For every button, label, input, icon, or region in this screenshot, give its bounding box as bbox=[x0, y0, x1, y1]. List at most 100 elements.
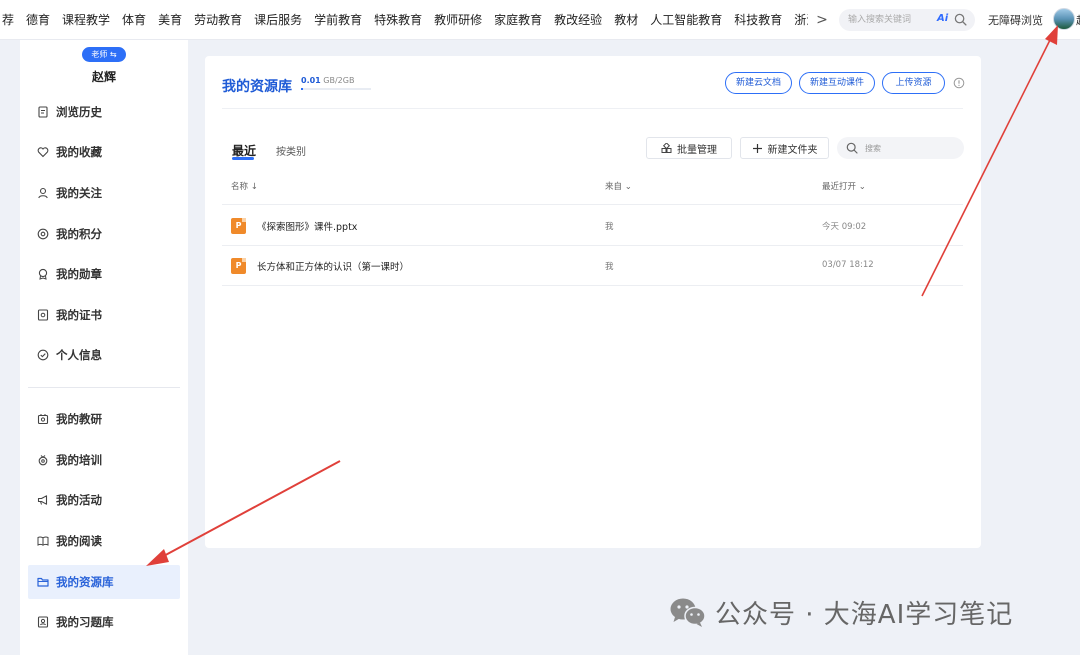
nav-item-zhejiang[interactable]: 浙江缘 bbox=[788, 0, 808, 40]
column-header-name[interactable]: 名称 ↓ bbox=[231, 180, 258, 192]
new-cloud-doc-button[interactable]: 新建云文档 bbox=[725, 72, 792, 94]
file-name[interactable]: 《探索图形》课件.pptx bbox=[257, 219, 357, 233]
nav-item-preschool[interactable]: 学前教育 bbox=[308, 0, 368, 40]
column-header-from[interactable]: 来自 ⌄ bbox=[605, 180, 632, 192]
grid-icon bbox=[661, 142, 672, 153]
file-last-opened: 03/07 18:12 bbox=[822, 260, 874, 270]
nav-item-pe[interactable]: 体育 bbox=[116, 0, 152, 40]
nav-item-labor[interactable]: 劳动教育 bbox=[188, 0, 248, 40]
ppt-file-icon: P bbox=[231, 218, 246, 234]
resource-library-panel: 我的资源库 0.01 GB/2GB 新建云文档 新建互动课件 上传资源 最近 按… bbox=[205, 56, 981, 548]
file-source: 我 bbox=[605, 262, 614, 272]
book-icon bbox=[37, 536, 49, 546]
sidebar-item-label: 浏览历史 bbox=[56, 105, 102, 119]
nav-item-special-ed[interactable]: 特殊教育 bbox=[368, 0, 428, 40]
tab-active-indicator bbox=[232, 157, 254, 160]
nav-items: 荐 德育 课程教学 体育 美育 劳动教育 课后服务 学前教育 特殊教育 教师研修… bbox=[0, 0, 808, 40]
search-icon[interactable] bbox=[954, 13, 967, 26]
batch-manage-button[interactable]: 批量管理 bbox=[646, 137, 732, 159]
sidebar-item-following[interactable]: 我的关注 bbox=[28, 176, 180, 210]
table-row[interactable]: P 长方体和正方体的认识（第一课时） 我 03/07 18:12 bbox=[222, 246, 963, 286]
medal-icon bbox=[38, 268, 48, 280]
new-folder-button[interactable]: 新建文件夹 bbox=[740, 137, 829, 159]
sidebar-item-label: 我的阅读 bbox=[56, 534, 102, 548]
wechat-icon bbox=[670, 598, 706, 627]
sidebar-item-research[interactable]: 我的教研 bbox=[28, 402, 180, 436]
sidebar-item-exercise-library[interactable]: 我的习题库 bbox=[28, 605, 180, 639]
megaphone-icon bbox=[37, 495, 48, 505]
storage-total: GB/2GB bbox=[323, 76, 355, 85]
file-source: 我 bbox=[605, 222, 614, 232]
sidebar-item-label: 个人信息 bbox=[56, 348, 102, 362]
user-name: 赵辉 bbox=[91, 70, 116, 84]
sidebar-item-label: 我的习题库 bbox=[56, 615, 114, 629]
sidebar-item-profile[interactable]: 个人信息 bbox=[28, 338, 180, 372]
sidebar-item-training[interactable]: 我的培训 bbox=[28, 443, 180, 477]
table-row[interactable]: P 《探索图形》课件.pptx 我 今天 09:02 bbox=[222, 206, 963, 246]
sidebar-item-label: 我的资源库 bbox=[56, 575, 114, 589]
research-icon bbox=[37, 414, 49, 425]
sidebar-item-certificates[interactable]: 我的证书 bbox=[28, 298, 180, 332]
sidebar-item-history[interactable]: 浏览历史 bbox=[28, 95, 180, 129]
nav-item-tech-education[interactable]: 科技教育 bbox=[728, 0, 788, 40]
file-last-opened: 今天 09:02 bbox=[822, 222, 867, 232]
storage-usage: 0.01 GB/2GB bbox=[301, 76, 354, 85]
tab-by-category[interactable]: 按类别 bbox=[276, 143, 306, 158]
file-search-input[interactable] bbox=[865, 137, 955, 159]
training-icon bbox=[38, 455, 48, 466]
sidebar-item-label: 我的培训 bbox=[56, 453, 102, 467]
sidebar: 老师 ⇆ 赵辉 浏览历史 我的收藏 我的关注 我的积分 我的勋章 我的证书 个人… bbox=[20, 40, 188, 655]
plus-icon bbox=[752, 143, 762, 153]
file-name[interactable]: 长方体和正方体的认识（第一课时） bbox=[257, 259, 409, 273]
header-divider bbox=[222, 108, 963, 109]
file-search[interactable] bbox=[837, 137, 964, 159]
sidebar-item-resource-library[interactable]: 我的资源库 bbox=[28, 565, 180, 599]
ppt-file-icon: P bbox=[231, 258, 246, 274]
nav-item-after-school[interactable]: 课后服务 bbox=[248, 0, 308, 40]
sidebar-item-reading[interactable]: 我的阅读 bbox=[28, 524, 180, 558]
nav-item-teacher-training[interactable]: 教师研修 bbox=[428, 0, 488, 40]
sidebar-item-activities[interactable]: 我的活动 bbox=[28, 483, 180, 517]
nav-item-reform[interactable]: 教改经验 bbox=[548, 0, 608, 40]
sidebar-item-label: 我的收藏 bbox=[56, 145, 102, 159]
global-search-input[interactable] bbox=[848, 9, 936, 31]
user-name-truncated: 赵 bbox=[1076, 12, 1080, 28]
nav-item-ai-education[interactable]: 人工智能教育 bbox=[644, 0, 728, 40]
column-header-last-opened[interactable]: 最近打开 ⌄ bbox=[822, 180, 866, 192]
upload-resource-button[interactable]: 上传资源 bbox=[882, 72, 945, 94]
nav-item-family[interactable]: 家庭教育 bbox=[488, 0, 548, 40]
watermark: 公众号 · 大海AI学习笔记 bbox=[669, 592, 1013, 632]
folder-icon bbox=[37, 577, 49, 587]
new-folder-label: 新建文件夹 bbox=[767, 144, 818, 156]
sidebar-item-medals[interactable]: 我的勋章 bbox=[28, 257, 180, 291]
search-icon bbox=[846, 142, 858, 154]
sidebar-item-label: 我的活动 bbox=[56, 493, 102, 507]
sidebar-item-label: 我的教研 bbox=[56, 412, 102, 426]
sidebar-divider bbox=[28, 387, 180, 388]
user-icon bbox=[38, 187, 48, 199]
page-title: 我的资源库 bbox=[222, 79, 292, 95]
accessibility-link[interactable]: 无障碍浏览 bbox=[988, 12, 1043, 28]
nav-item-recommend[interactable]: 荐 bbox=[0, 0, 20, 40]
nav-item-curriculum[interactable]: 课程教学 bbox=[56, 0, 116, 40]
nav-item-moral[interactable]: 德育 bbox=[20, 0, 56, 40]
storage-progress-bar bbox=[301, 88, 371, 90]
sidebar-item-label: 我的证书 bbox=[56, 308, 102, 322]
nav-item-arts[interactable]: 美育 bbox=[152, 0, 188, 40]
role-switch-badge[interactable]: 老师 ⇆ bbox=[82, 47, 126, 62]
global-search[interactable]: Ai bbox=[839, 9, 975, 31]
nav-item-textbooks[interactable]: 教材 bbox=[608, 0, 644, 40]
nav-more-chevron-icon[interactable]: > bbox=[813, 10, 831, 30]
sidebar-item-points[interactable]: 我的积分 bbox=[28, 217, 180, 251]
sidebar-item-label: 我的关注 bbox=[56, 186, 102, 200]
watermark-text: 公众号 · 大海AI学习笔记 bbox=[715, 599, 1014, 630]
new-interactive-courseware-button[interactable]: 新建互动课件 bbox=[799, 72, 875, 94]
sidebar-item-favorites[interactable]: 我的收藏 bbox=[28, 135, 180, 169]
heart-icon bbox=[37, 147, 49, 158]
avatar[interactable] bbox=[1053, 8, 1075, 30]
sidebar-item-label: 我的积分 bbox=[56, 227, 102, 241]
info-icon[interactable] bbox=[953, 77, 965, 89]
table-header-divider bbox=[222, 204, 963, 205]
ai-search-icon[interactable]: Ai bbox=[937, 13, 948, 24]
batch-manage-label: 批量管理 bbox=[677, 144, 717, 156]
